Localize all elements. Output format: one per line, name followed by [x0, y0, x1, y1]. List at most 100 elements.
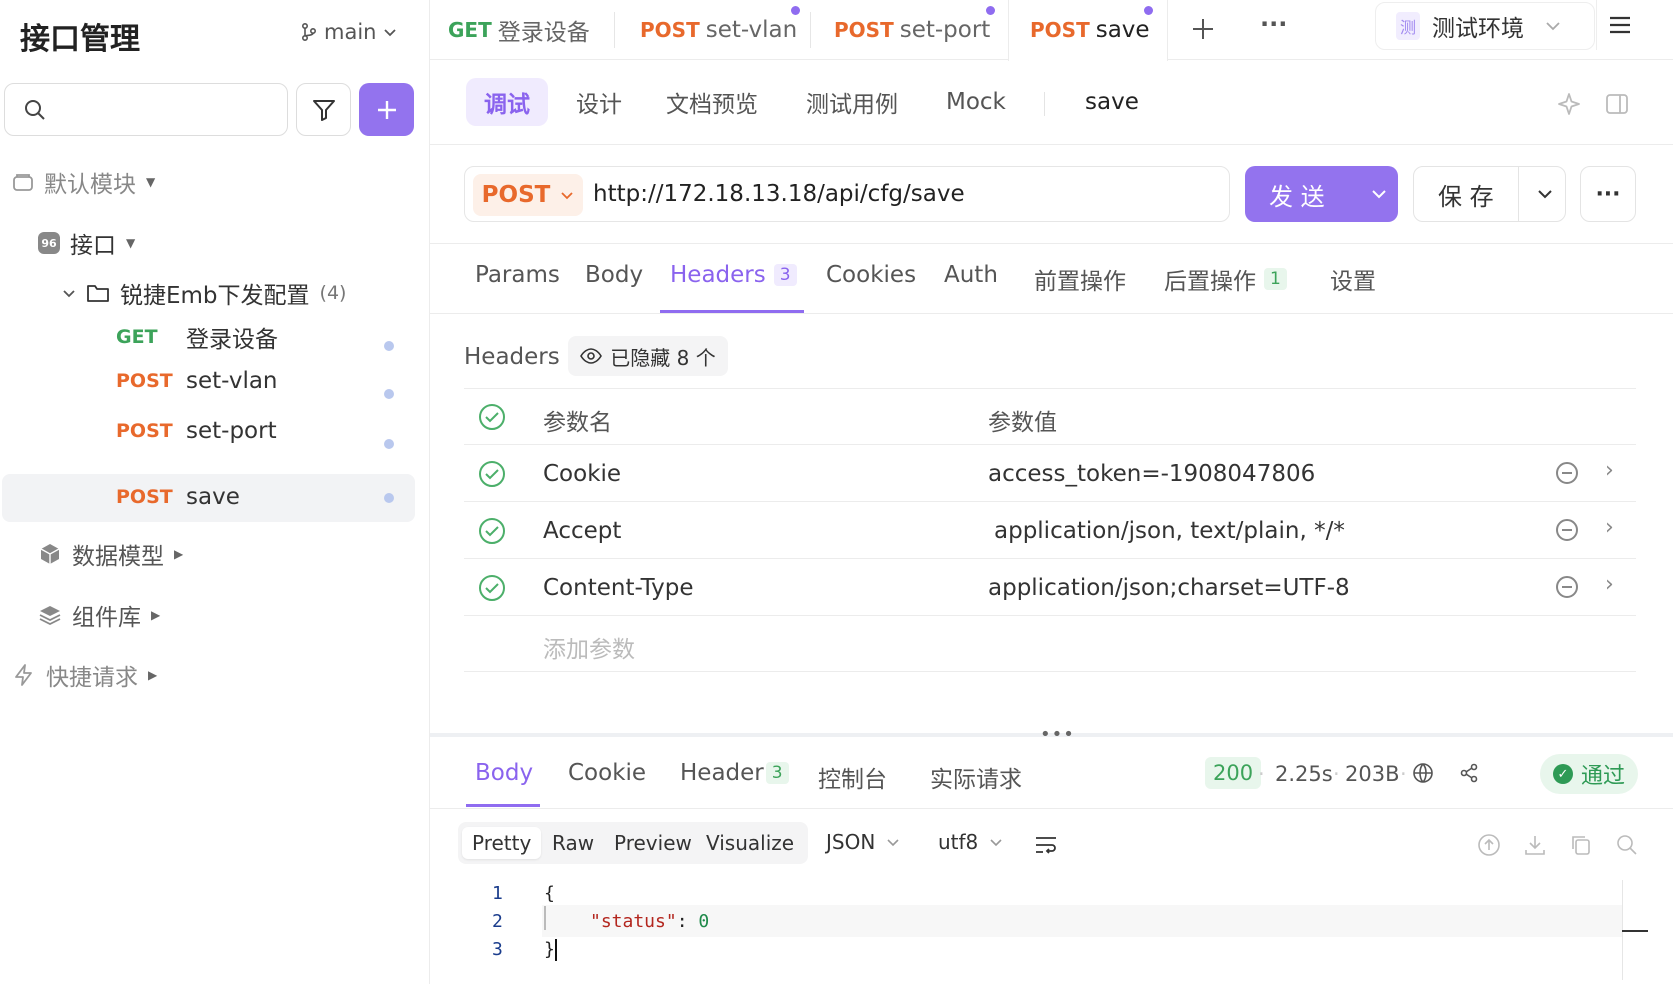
word-wrap-button[interactable] [1034, 834, 1058, 862]
view-mode-visualize[interactable]: Visualize [696, 827, 804, 859]
view-mode-preview[interactable]: Preview [604, 827, 702, 859]
tab-auth[interactable]: Auth [944, 262, 998, 288]
tab-params[interactable]: Params [475, 262, 560, 288]
branch-selector[interactable]: main [300, 20, 398, 44]
save-button[interactable]: 保 存 [1413, 166, 1566, 222]
tree-endpoint[interactable]: GET 登录设备 [116, 320, 278, 354]
divider [464, 558, 1636, 559]
tree-data-models[interactable]: 数据模型 ▶ [38, 537, 183, 571]
encoding-select[interactable]: utf8 [938, 830, 1004, 854]
hidden-headers-toggle[interactable]: 已隐藏 8 个 [568, 336, 728, 376]
header-value-cell[interactable]: access_token=-1908047806 [988, 461, 1315, 487]
row-checkbox[interactable] [479, 575, 505, 601]
add-parameter-input[interactable]: 添加参数 [543, 630, 635, 664]
new-tab-button[interactable] [1190, 16, 1216, 48]
tab-post-processors[interactable]: 后置操作 1 [1164, 262, 1287, 296]
header-name-cell[interactable]: Content-Type [543, 575, 694, 601]
row-checkbox[interactable] [479, 518, 505, 544]
subnav-label: 设计 [576, 92, 622, 118]
chevron-right-icon[interactable]: › [1605, 572, 1614, 597]
code-line[interactable]: { [544, 883, 555, 904]
subnav-debug[interactable]: 调试 [466, 78, 548, 126]
environment-selector[interactable]: 测 测试环境 [1375, 2, 1595, 50]
endpoint-name-field[interactable]: save [1085, 78, 1139, 126]
method-select[interactable]: POST [473, 174, 583, 216]
test-result-badge[interactable]: ✓ 通过 [1540, 754, 1638, 794]
tree-folder[interactable]: 锐捷Emb下发配置 (4) [62, 276, 346, 310]
subnav-doc-preview[interactable]: 文档预览 [666, 78, 758, 126]
tab-label: Cookie [568, 760, 647, 786]
send-button[interactable]: 发 送 [1245, 166, 1398, 222]
header-value-cell[interactable]: application/json;charset=UTF-8 [988, 575, 1350, 601]
select-all-checkbox[interactable] [479, 404, 505, 430]
add-button[interactable] [359, 83, 414, 136]
response-tab-actual-request[interactable]: 实际请求 [930, 760, 1022, 794]
response-tab-cookie[interactable]: Cookie [568, 760, 646, 786]
share-button[interactable] [1458, 762, 1480, 790]
header-value-cell[interactable]: application/json, text/plain, */* [994, 518, 1345, 544]
network-info-button[interactable] [1412, 762, 1434, 790]
ai-button[interactable] [1555, 90, 1583, 124]
chevron-right-icon[interactable]: › [1605, 458, 1614, 483]
divider [430, 313, 1673, 314]
format-select[interactable]: JSON [826, 830, 901, 854]
tree-endpoint[interactable]: POST set-port [116, 418, 277, 444]
view-mode-pretty[interactable]: Pretty [462, 827, 542, 859]
subnav-test-cases[interactable]: 测试用例 [806, 78, 898, 126]
module-icon [13, 174, 33, 191]
response-tab-body[interactable]: Body [475, 760, 533, 786]
tree-api-group[interactable]: 96 接口 ▼ [38, 226, 135, 260]
drag-handle-icon[interactable]: ••• [1040, 724, 1075, 745]
subnav-design[interactable]: 设计 [576, 78, 622, 126]
divider [430, 243, 1673, 244]
tree-label: 快捷请求 [46, 665, 138, 691]
tab-cookies[interactable]: Cookies [826, 262, 916, 288]
header-name-cell[interactable]: Accept [543, 518, 621, 544]
tab-pre-processors[interactable]: 前置操作 [1034, 262, 1126, 296]
scrollbar-thumb[interactable] [1622, 930, 1648, 932]
download-button[interactable] [1523, 833, 1547, 863]
tree-endpoint-selected[interactable]: POST save [116, 484, 240, 510]
ellipsis-icon: ··· [1260, 10, 1288, 38]
search-response-button[interactable] [1615, 833, 1639, 863]
more-actions-button[interactable]: ··· [1580, 166, 1636, 222]
search-input[interactable] [4, 83, 288, 136]
upload-button[interactable] [1477, 833, 1501, 863]
remove-row-icon[interactable] [1556, 576, 1578, 598]
tab-save[interactable]: POST save [1030, 0, 1150, 60]
tab-label: Auth [944, 262, 998, 288]
header-name-cell[interactable]: Cookie [543, 461, 621, 487]
tab-settings[interactable]: 设置 [1330, 262, 1376, 296]
menu-button[interactable] [1606, 12, 1634, 44]
view-mode-raw[interactable]: Raw [542, 827, 604, 859]
tab-overflow-button[interactable]: ··· [1260, 10, 1287, 38]
divider [430, 808, 1673, 809]
filter-button[interactable] [296, 83, 351, 136]
chevron-right-icon[interactable]: › [1605, 515, 1614, 540]
subnav-mock[interactable]: Mock [946, 78, 1006, 126]
tab-label: Header [680, 760, 764, 786]
tree-quick-requests[interactable]: 快捷请求 ▶ [12, 658, 157, 692]
response-tab-console[interactable]: 控制台 [818, 760, 887, 794]
copy-button[interactable] [1569, 833, 1593, 863]
row-checkbox[interactable] [479, 461, 505, 487]
response-time: 2.25s [1275, 762, 1333, 786]
check-icon [485, 526, 499, 537]
code-line[interactable]: } [544, 939, 557, 961]
response-tab-header[interactable]: Header 3 [680, 760, 789, 786]
url-input[interactable]: http://172.18.13.18/api/cfg/save [593, 181, 965, 207]
tab-set-port[interactable]: POST set-port [834, 0, 990, 60]
remove-row-icon[interactable] [1556, 462, 1578, 484]
layers-icon [39, 606, 61, 626]
tab-login-device[interactable]: GET 登录设备 [448, 0, 590, 60]
tree-components[interactable]: 组件库 ▶ [38, 598, 160, 632]
tab-body[interactable]: Body [585, 262, 643, 288]
tree-endpoint[interactable]: POST set-vlan [116, 368, 278, 394]
tab-headers[interactable]: Headers 3 [670, 262, 797, 288]
code-line[interactable]: "status": 0 [590, 911, 709, 932]
remove-row-icon[interactable] [1556, 519, 1578, 541]
tab-label: 登录设备 [497, 20, 590, 46]
tree-default-module[interactable]: 默认模块 ▼ [12, 165, 155, 199]
panel-toggle-button[interactable] [1605, 92, 1629, 122]
tab-set-vlan[interactable]: POST set-vlan [640, 0, 797, 60]
